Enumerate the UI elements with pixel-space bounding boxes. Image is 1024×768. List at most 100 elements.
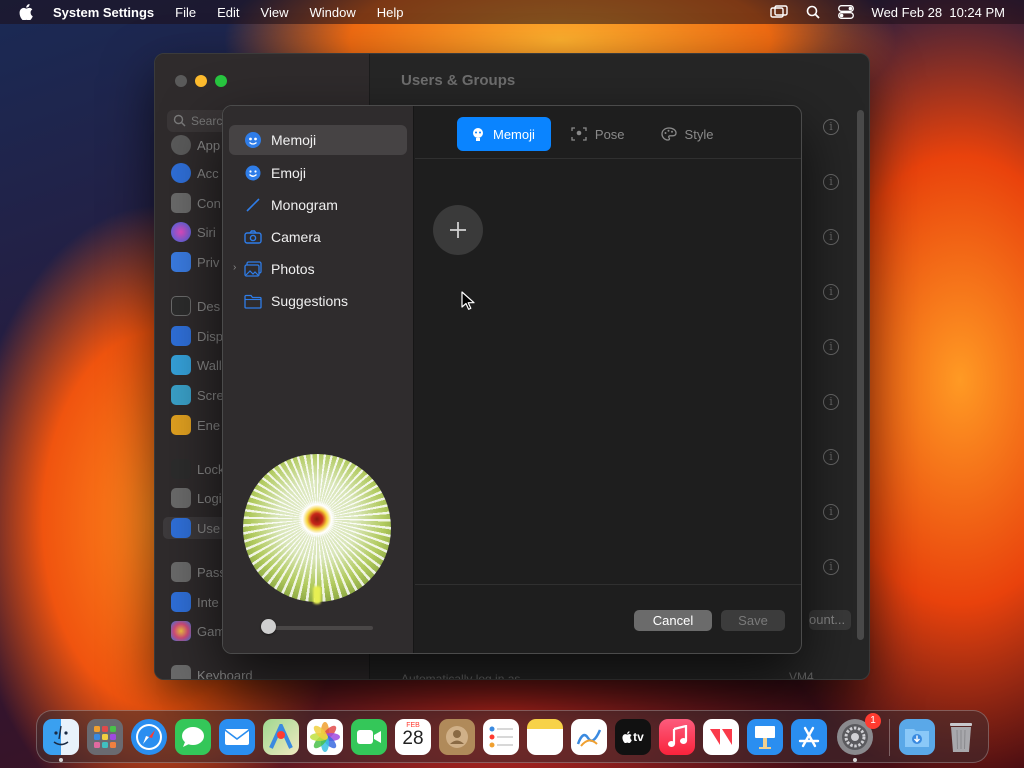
sidebar-item-accessibility[interactable]: Acc	[171, 162, 219, 184]
notes-icon[interactable]	[527, 719, 563, 755]
sidebar-item-internet-accounts[interactable]: Inte	[171, 591, 219, 613]
screen-mirroring-icon[interactable]	[769, 5, 788, 19]
login-icon	[171, 488, 191, 508]
sidebar-label: Gam	[197, 623, 226, 639]
mouse-cursor-icon	[461, 291, 475, 310]
sidebar-item-passwords[interactable]: Pass	[171, 561, 226, 583]
add-memoji-button[interactable]	[433, 205, 483, 255]
add-account-button[interactable]: ount...	[809, 610, 851, 630]
sidebar-item-control-centre[interactable]: Con	[171, 192, 221, 214]
sidebar-item-energy[interactable]: Ene	[171, 414, 220, 436]
sidebar-item-privacy[interactable]: Priv	[171, 251, 219, 273]
finder-icon[interactable]	[43, 719, 79, 755]
key-icon	[171, 562, 191, 582]
info-icon[interactable]: i	[823, 339, 839, 355]
sidebar-label: Use	[197, 520, 221, 536]
tab-divider	[415, 158, 801, 159]
hand-icon	[171, 252, 191, 272]
sidebar-item-screensaver[interactable]: Scre	[171, 384, 224, 406]
tv-icon[interactable]: tv	[615, 719, 651, 755]
menubar-clock[interactable]: Wed Feb 28 10:24 PM	[872, 5, 1005, 20]
picture-source-sidebar: Memoji Emoji Monogram Camera › Photos Su…	[223, 106, 414, 653]
apple-menu-icon[interactable]	[19, 4, 35, 20]
menu-window[interactable]: Window	[309, 5, 355, 20]
source-item-camera[interactable]: Camera	[229, 222, 407, 252]
sidebar-item-desktop[interactable]: Des	[171, 295, 220, 317]
tab-pose[interactable]: Pose	[557, 117, 641, 151]
info-icon[interactable]: i	[823, 559, 839, 575]
spotlight-search-icon[interactable]	[806, 5, 820, 19]
launchpad-icon[interactable]	[87, 719, 123, 755]
minimize-window-button[interactable]	[195, 75, 207, 87]
menu-file[interactable]: File	[175, 5, 196, 20]
memoji-icon	[473, 128, 483, 141]
control-center-icon[interactable]	[837, 5, 854, 19]
photos-app-icon[interactable]	[307, 719, 343, 755]
zoom-window-button[interactable]	[215, 75, 227, 87]
avatar-zoom-knob[interactable]	[261, 619, 276, 634]
tab-style[interactable]: Style	[647, 117, 730, 151]
sidebar-item-appearance[interactable]: App	[171, 134, 220, 156]
sidebar-item-keyboard[interactable]: Keyboard	[171, 664, 253, 679]
info-icon[interactable]: i	[823, 174, 839, 190]
wallpaper-icon	[171, 355, 191, 375]
sidebar-item-login-password[interactable]: Logi	[171, 487, 222, 509]
emoji-icon	[243, 163, 263, 183]
facetime-icon[interactable]	[351, 719, 387, 755]
mail-icon[interactable]	[219, 719, 255, 755]
trash-icon[interactable]	[943, 719, 979, 755]
reminders-icon[interactable]	[483, 719, 519, 755]
tab-label: Style	[684, 126, 714, 142]
downloads-folder-icon[interactable]	[899, 719, 935, 755]
at-icon	[171, 592, 191, 612]
tab-memoji[interactable]: Memoji	[457, 117, 551, 151]
calendar-icon[interactable]: FEB 28	[395, 719, 431, 755]
sidebar-label: Acc	[197, 165, 219, 181]
source-item-emoji[interactable]: Emoji	[229, 158, 407, 188]
freeform-icon[interactable]	[571, 719, 607, 755]
source-item-suggestions[interactable]: Suggestions	[229, 286, 407, 316]
cancel-button[interactable]: Cancel	[634, 610, 712, 631]
sidebar-item-displays[interactable]: Disp	[171, 325, 223, 347]
settings-scrollbar[interactable]	[857, 110, 864, 640]
menu-app-name[interactable]: System Settings	[53, 5, 154, 20]
close-window-button[interactable]	[175, 75, 187, 87]
info-icon[interactable]: i	[823, 119, 839, 135]
calendar-day: 28	[402, 728, 424, 749]
info-icon[interactable]: i	[823, 284, 839, 300]
safari-icon[interactable]	[131, 719, 167, 755]
sidebar-label: Con	[197, 195, 221, 211]
info-icon[interactable]: i	[823, 504, 839, 520]
app-store-icon[interactable]	[791, 719, 827, 755]
menu-edit[interactable]: Edit	[217, 5, 239, 20]
autologin-value[interactable]: VM4	[789, 670, 814, 679]
info-icon[interactable]: i	[823, 394, 839, 410]
messages-icon[interactable]	[175, 719, 211, 755]
music-icon[interactable]	[659, 719, 695, 755]
save-button[interactable]: Save	[721, 610, 785, 631]
menu-help[interactable]: Help	[377, 5, 404, 20]
news-icon[interactable]	[703, 719, 739, 755]
source-item-monogram[interactable]: Monogram	[229, 190, 407, 220]
menu-view[interactable]: View	[261, 5, 289, 20]
disclosure-chevron-icon[interactable]: ›	[233, 262, 236, 273]
source-item-memoji[interactable]: Memoji	[229, 125, 407, 155]
info-icon[interactable]: i	[823, 449, 839, 465]
menu-bar: System Settings File Edit View Window He…	[0, 0, 1024, 24]
info-icon[interactable]: i	[823, 229, 839, 245]
footer-divider	[415, 584, 801, 585]
memoji-icon	[243, 130, 263, 150]
sidebar-item-lockscreen[interactable]: Lock	[171, 458, 224, 480]
keynote-icon[interactable]	[747, 719, 783, 755]
sidebar-label: Des	[197, 298, 221, 314]
contacts-icon[interactable]	[439, 719, 475, 755]
sidebar-item-wallpaper[interactable]: Wall	[171, 354, 222, 376]
siri-icon	[171, 222, 191, 242]
source-item-photos[interactable]: › Photos	[229, 254, 407, 284]
sidebar-item-game-center[interactable]: Gam	[171, 620, 225, 642]
sidebar-item-siri[interactable]: Siri	[171, 221, 216, 243]
maps-icon[interactable]	[263, 719, 299, 755]
avatar-zoom-slider[interactable]	[261, 626, 373, 630]
autologin-label: Automatically log in as	[401, 672, 521, 680]
avatar-preview[interactable]	[243, 454, 391, 602]
